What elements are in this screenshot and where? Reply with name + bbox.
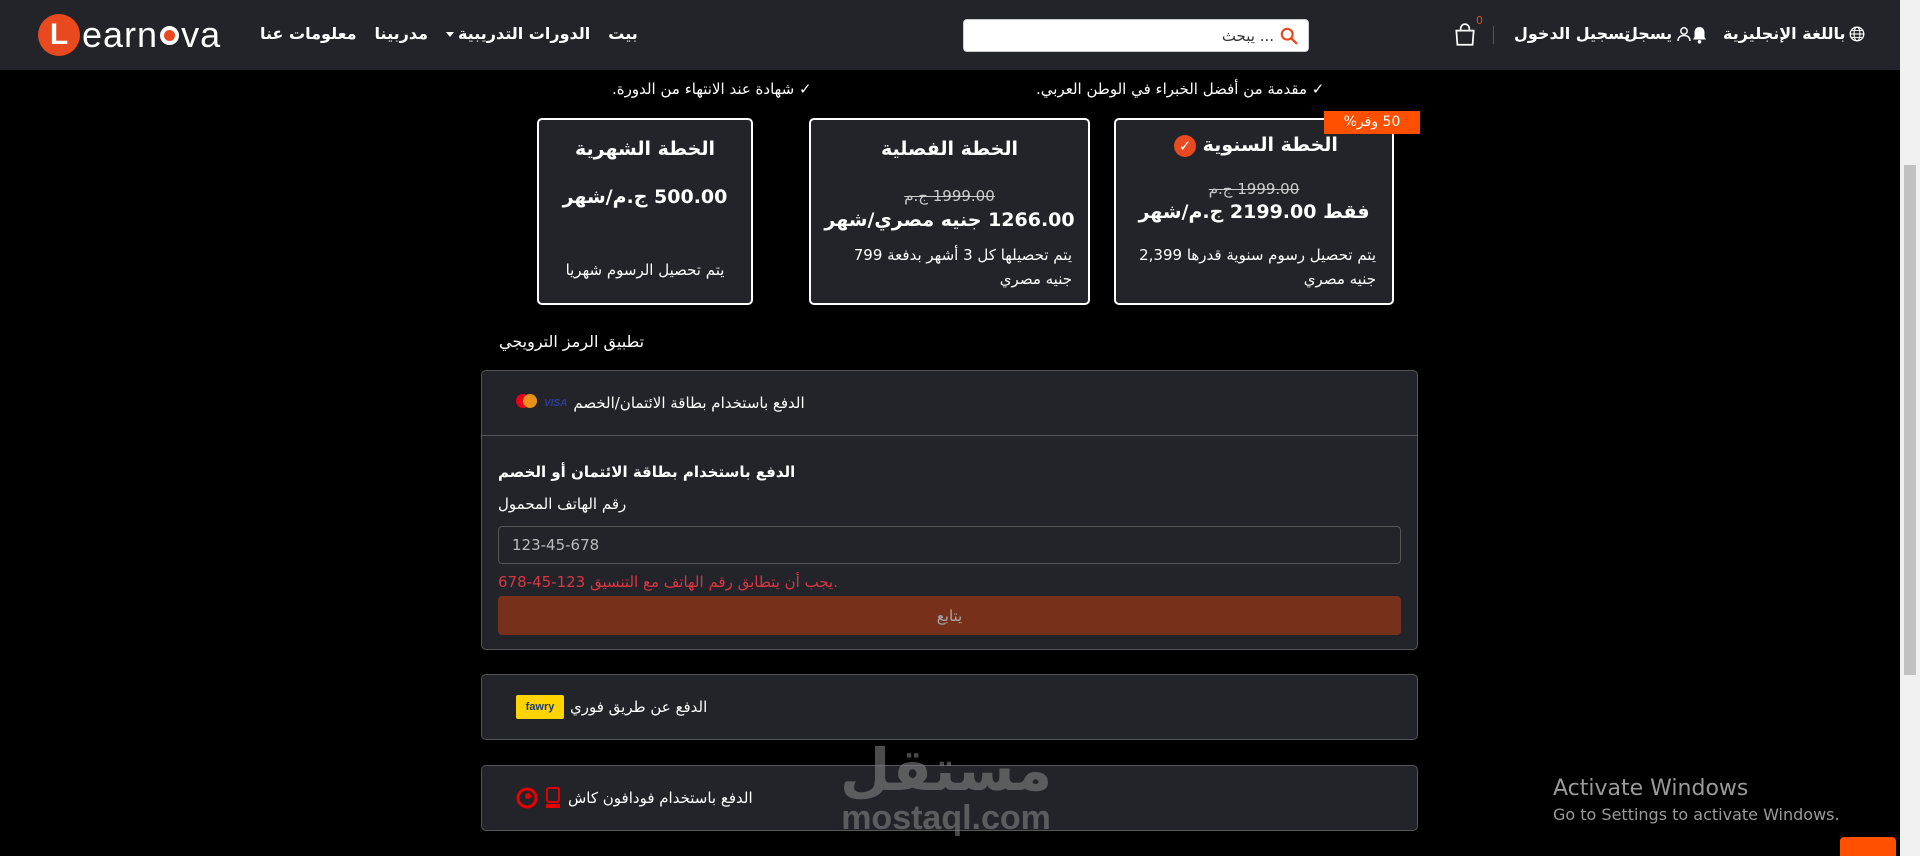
selected-check-icon: ✓ [1174,134,1197,157]
login-link[interactable]: تسجيل الدخول [1514,24,1630,43]
plan-title: الخطة الفصلية [880,138,1019,160]
plan-price: فقط 2199.00 ج.م/شهر [1138,201,1370,223]
phone-label: رقم الهاتف المحمول [498,495,627,513]
mostaql-watermark: مستقل mostaql.com [840,736,1053,837]
continue-button[interactable]: يتابع [498,596,1401,635]
plan-description: يتم تحصيلها كل 3 أشهر بدفعة 799 جنيه مصر… [853,246,1072,288]
payment-card-header[interactable]: VISA الدفع باستخدام بطاقة الائتمان/الخصم [482,371,1417,435]
brand-logo[interactable]: L earn va [38,14,221,56]
vodafone-icon [516,787,538,809]
bell-icon[interactable] [1691,26,1708,44]
language-label: باللغة الإنجليزية [1723,24,1846,43]
cart-count-badge: 0 [1476,14,1483,27]
feature-text: شهادة عند الانتهاء من الدورة. [612,80,795,98]
payment-card-label: الدفع باستخدام بطاقة الائتمان/الخصم [573,394,805,412]
scroll-to-top-button[interactable] [1840,837,1896,856]
nav-link-courses-dropdown[interactable]: الدورات التدريبية [446,24,590,43]
form-title: الدفع باستخدام بطاقة الائتمان أو الخصم [498,463,796,481]
feature-check-icon: ✓ [798,80,812,98]
plan-price: 500.00 ج.م/شهر [562,186,728,208]
visa-icon: VISA [544,397,568,409]
language-switcher[interactable]: باللغة الإنجليزية [1723,24,1865,43]
nav-link-about[interactable]: معلومات عنا [260,24,357,43]
mastercard-icon [516,393,538,413]
search-box [963,19,1309,52]
fawry-logo: fawry [516,695,564,719]
plan-price: 1266.00 جنيه مصري/شهر [824,209,1075,231]
top-navbar: L earn va بيت الدورات التدريبية مدربينا م… [0,0,1900,70]
promo-code-link[interactable]: تطبيق الرمز الترويجي [499,332,644,351]
phone-error-message: يجب أن يتطابق رقم الهاتف مع التنسيق 123-… [498,573,838,591]
payment-fawry-header[interactable]: fawry الدفع عن طريق فوري [482,675,1417,739]
nav-link-home[interactable]: بيت [608,24,637,43]
save-badge: 50 وفر% [1324,111,1420,134]
payment-panel-card: VISA الدفع باستخدام بطاقة الائتمان/الخصم… [481,370,1418,650]
register-link[interactable]: يسجل [1624,24,1692,43]
nav-link-instructors[interactable]: مدربينا [375,24,428,43]
activation-title: Activate Windows [1553,776,1749,801]
globe-icon [1849,26,1864,41]
search-icon[interactable] [1280,27,1298,45]
plan-card-monthly[interactable]: الخطة الشهرية 500.00 ج.م/شهر يتم تحصيل ا… [537,118,753,305]
feature-item-certificate: ✓ شهادة عند الانتهاء من الدورة. [612,80,812,98]
plan-card-quarterly[interactable]: الخطة الفصلية 1999.00 ج.م 1266.00 جنيه م… [809,118,1090,305]
feature-check-icon: ✓ [1311,80,1325,98]
feature-text: مقدمة من أفضل الخبراء في الوطن العربي. [1036,80,1307,98]
plan-old-price: 1999.00 ج.م [1208,180,1300,198]
main-nav: بيت الدورات التدريبية مدربينا معلومات عن… [260,24,638,43]
plan-description: يتم تحصيل رسوم سنوية قدرها 2,399 جنيه مص… [1139,246,1376,288]
windows-activation-notice: Activate Windows Go to Settings to activ… [1553,776,1840,824]
plan-card-annual[interactable]: ✓ الخطة السنوية 1999.00 ج.م فقط 2199.00 … [1114,118,1394,305]
scrollbar-thumb[interactable] [1904,165,1916,675]
vodafone-cash-icon [546,787,560,808]
navbar-divider [1493,26,1494,44]
activation-subtitle: Go to Settings to activate Windows. [1553,805,1840,824]
register-label: يسجل [1624,24,1673,43]
plan-title: الخطة الشهرية [575,138,715,160]
plan-title: ✓ الخطة السنوية [1116,134,1392,157]
feature-item-experts: ✓ مقدمة من أفضل الخبراء في الوطن العربي. [1036,80,1324,98]
search-input[interactable] [974,24,1274,48]
payment-vodafone-label: الدفع باستخدام فودافون كاش [568,789,753,807]
user-icon [1677,26,1691,41]
plan-old-price: 1999.00 ج.م [904,187,995,205]
logo-letter: L [38,14,80,56]
logo-text: earn va [82,14,222,55]
payment-card-form: الدفع باستخدام بطاقة الائتمان أو الخصم ر… [482,435,1417,649]
payment-fawry-label: الدفع عن طريق فوري [570,698,708,716]
shopping-bag-icon[interactable] [1452,22,1478,48]
page-scrollbar[interactable] [1900,0,1920,856]
payment-panel-fawry: fawry الدفع عن طريق فوري [481,674,1418,740]
phone-input[interactable] [498,526,1401,564]
plan-description: يتم تحصيل الرسوم شهريا [565,261,725,279]
